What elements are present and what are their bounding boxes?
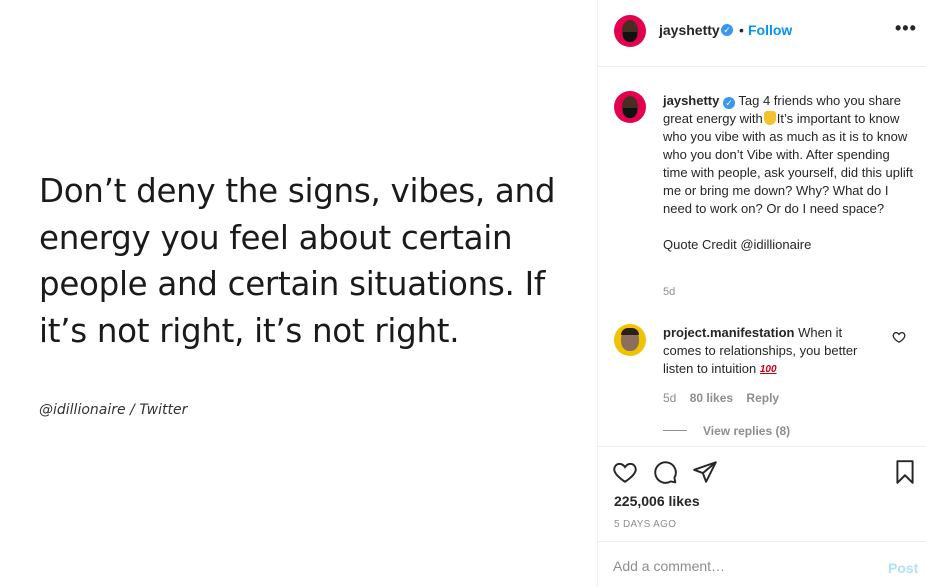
hundred-points-emoji-icon: 100 — [759, 364, 777, 375]
comment-like-heart-icon[interactable] — [892, 330, 906, 344]
comment-input[interactable] — [613, 556, 873, 576]
comment-time[interactable]: 5d — [663, 391, 676, 405]
post-comment-button[interactable]: Post — [888, 560, 918, 576]
divider-line — [663, 430, 687, 431]
reply-button[interactable]: Reply — [746, 391, 779, 405]
pointing-hand-emoji-icon — [763, 111, 776, 125]
follow-button[interactable]: Follow — [748, 22, 792, 38]
quote-text: Don’t deny the signs, vibes, and energy … — [39, 172, 556, 350]
verified-badge-icon: ✓ — [723, 97, 735, 109]
comment-meta: 5d 80 likes Reply — [663, 391, 789, 405]
quote-credit: @idillionaire / Twitter — [39, 402, 188, 418]
like-heart-icon[interactable] — [612, 459, 638, 485]
post-image[interactable]: Don’t deny the signs, vibes, and energy … — [0, 0, 597, 587]
add-comment-bar: Post — [598, 541, 926, 587]
verified-badge-icon: ✓ — [721, 24, 733, 36]
comment-icon[interactable] — [652, 459, 678, 485]
save-bookmark-icon[interactable] — [892, 459, 918, 485]
caption-username[interactable]: jayshetty — [663, 93, 719, 108]
post-header: jayshetty ✓ • Follow ••• — [598, 0, 926, 67]
caption-text: jayshetty ✓ Tag 4 friends who you share … — [663, 92, 913, 254]
post-sidebar: jayshetty ✓ • Follow ••• jayshetty ✓ Tag… — [597, 0, 926, 587]
caption-text-part2: It’s important to know who you vibe with… — [663, 111, 914, 216]
comment-username[interactable]: project.manifestation — [663, 325, 794, 340]
share-paper-plane-icon[interactable] — [692, 459, 718, 485]
post-actions: 225,006 likes 5 DAYS AGO — [598, 446, 926, 541]
likes-count[interactable]: 225,006 likes — [614, 493, 700, 509]
comment-likes[interactable]: 80 likes — [690, 391, 733, 405]
avatar[interactable] — [614, 15, 646, 47]
post-date[interactable]: 5 DAYS AGO — [614, 519, 676, 530]
caption-quote-credit: Quote Credit @idillionaire — [663, 237, 812, 252]
view-replies-label: View replies (8) — [703, 424, 791, 438]
comment: project.manifestation When it comes to r… — [598, 320, 926, 440]
more-options-icon[interactable]: ••• — [895, 18, 917, 39]
avatar[interactable] — [614, 91, 646, 123]
view-replies-button[interactable]: View replies (8) — [663, 424, 790, 438]
caption-time[interactable]: 5d — [663, 286, 675, 298]
header-username[interactable]: jayshetty — [659, 22, 720, 38]
separator-dot: • — [739, 22, 744, 38]
avatar[interactable] — [614, 324, 646, 356]
comment-text: project.manifestation When it comes to r… — [663, 324, 878, 379]
